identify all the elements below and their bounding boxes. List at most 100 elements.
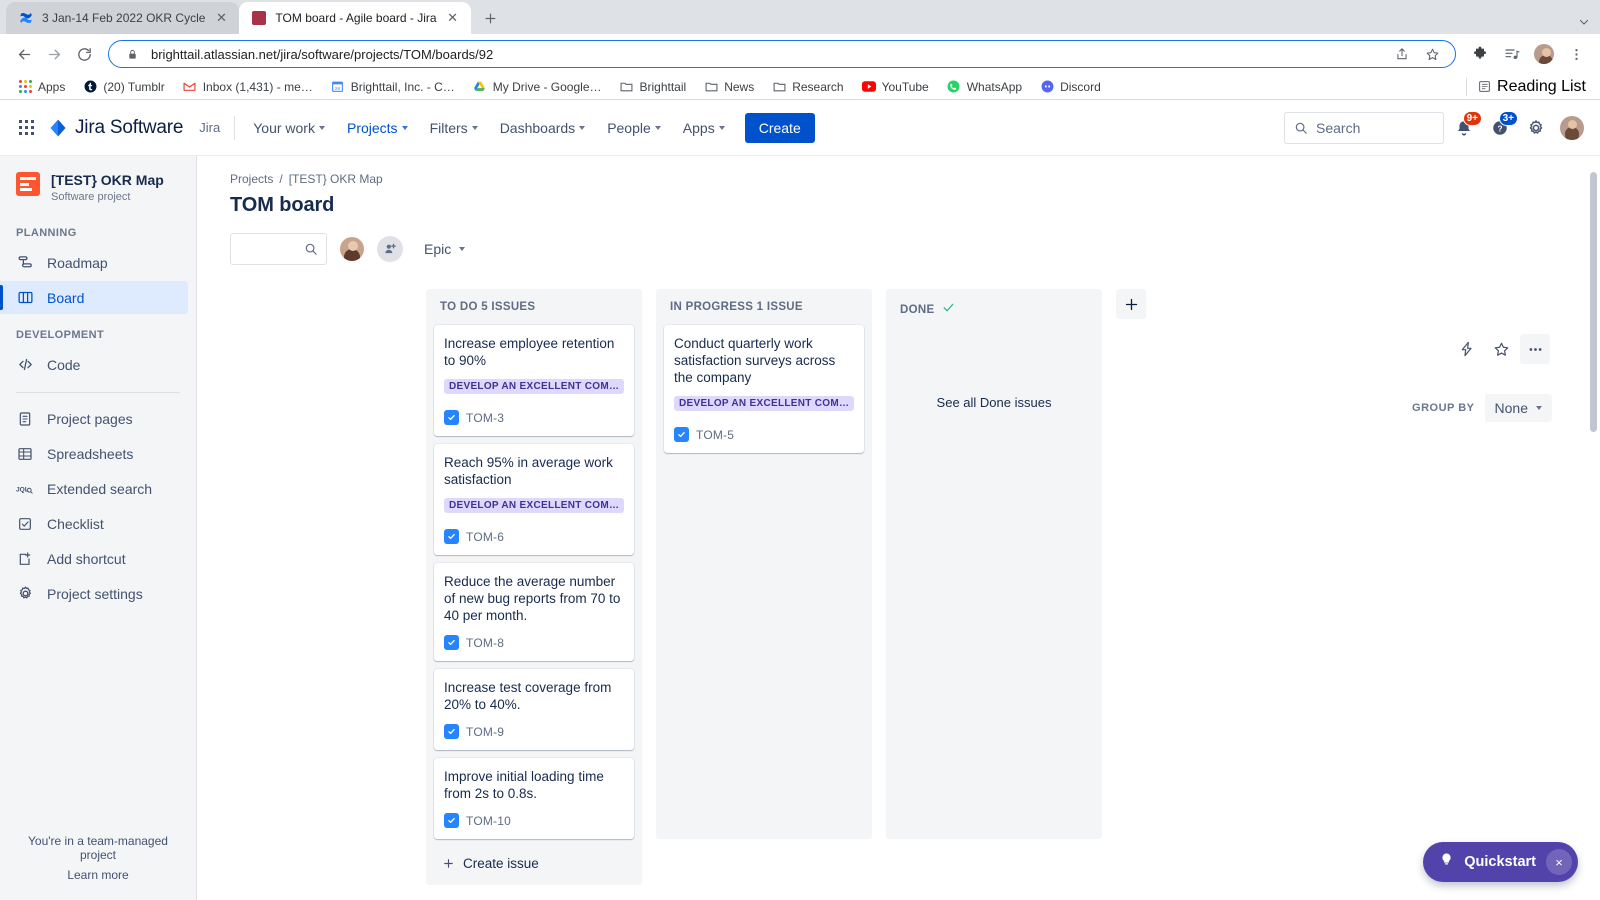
plus-icon (1124, 297, 1139, 312)
browser-tab-1[interactable]: 3 Jan-14 Feb 2022 OKR Cycle ✕ (6, 2, 239, 34)
bookmark-label: My Drive - Google… (493, 80, 602, 94)
issue-card[interactable]: Improve initial loading time from 2s to … (434, 758, 634, 839)
reload-icon[interactable] (70, 40, 98, 68)
nav-projects[interactable]: Projects (337, 114, 418, 142)
whatsapp-icon (947, 80, 961, 94)
issue-card[interactable]: Reduce the average number of new bug rep… (434, 563, 634, 661)
bookmark-tumblr[interactable]: (20) Tumblr (75, 77, 172, 97)
notifications-button[interactable]: 9+ (1448, 112, 1480, 144)
bookmark-brighttail-cal[interactable]: 28 Brighttail, Inc. - C… (323, 77, 463, 97)
add-column-button[interactable] (1116, 289, 1146, 319)
issue-key[interactable]: TOM-8 (466, 636, 504, 650)
close-icon[interactable]: ✕ (213, 10, 229, 26)
bookmark-inbox[interactable]: Inbox (1,431) - me… (175, 77, 321, 97)
add-person-icon[interactable] (377, 236, 403, 262)
help-button[interactable]: ? 3+ (1484, 112, 1516, 144)
nav-dashboards[interactable]: Dashboards (490, 114, 596, 142)
bookmark-discord[interactable]: Discord (1032, 77, 1109, 97)
bookmark-folder-news[interactable]: News (696, 77, 762, 97)
profile-avatar-icon[interactable] (1530, 40, 1558, 68)
breadcrumb-projects[interactable]: Projects (230, 172, 273, 186)
sidebar-item-code[interactable]: Code (0, 348, 188, 381)
sidebar-item-project-pages[interactable]: Project pages (0, 402, 188, 435)
back-arrow-icon[interactable] (10, 40, 38, 68)
jql-icon: JQL (16, 480, 34, 498)
app-switcher-icon[interactable] (10, 112, 42, 144)
sidebar-item-add-shortcut[interactable]: Add shortcut (0, 542, 188, 575)
nav-filters[interactable]: Filters (420, 114, 488, 142)
quickstart-button[interactable]: Quickstart × (1423, 842, 1578, 882)
new-tab-button[interactable] (477, 4, 505, 32)
board-columns-icon (16, 289, 34, 307)
issue-key[interactable]: TOM-10 (466, 814, 511, 828)
nav-your-work[interactable]: Your work (243, 114, 335, 142)
nav-people[interactable]: People (597, 114, 671, 142)
epic-tag[interactable]: DEVELOP AN EXCELLENT COMP… (674, 396, 854, 411)
nav-apps[interactable]: Apps (673, 114, 735, 142)
bookmark-folder-brighttail[interactable]: Brighttail (612, 77, 695, 97)
more-actions-icon[interactable] (1520, 334, 1550, 364)
settings-button[interactable] (1520, 112, 1552, 144)
media-list-icon[interactable] (1498, 40, 1526, 68)
task-checkbox-icon (444, 410, 459, 425)
issue-key[interactable]: TOM-5 (696, 428, 734, 442)
bookmark-apps[interactable]: Apps (10, 77, 73, 97)
board-content: Projects / [TEST} OKR Map TOM board (197, 156, 1600, 900)
issue-card[interactable]: Conduct quarterly work satisfaction surv… (664, 325, 864, 453)
group-by-select[interactable]: None (1485, 394, 1552, 422)
see-all-done-link[interactable]: See all Done issues (894, 331, 1094, 410)
sidebar-item-roadmap[interactable]: Roadmap (0, 246, 188, 279)
share-icon[interactable] (1391, 43, 1413, 65)
column-title: TO DO 5 ISSUES (440, 301, 535, 313)
issue-key[interactable]: TOM-9 (466, 725, 504, 739)
chrome-menu-icon[interactable] (1562, 40, 1590, 68)
bookmark-folder-research[interactable]: Research (764, 77, 851, 97)
task-checkbox-icon (444, 635, 459, 650)
create-issue-button[interactable]: Create issue (434, 847, 634, 877)
create-issue-label: Create issue (463, 856, 539, 871)
bookmark-youtube[interactable]: YouTube (854, 77, 937, 97)
close-icon[interactable]: × (1546, 849, 1572, 875)
epic-filter-dropdown[interactable]: Epic (415, 235, 474, 263)
star-icon[interactable] (1421, 43, 1443, 65)
sidebar-item-spreadsheets[interactable]: Spreadsheets (0, 437, 188, 470)
window-controls[interactable] (1578, 16, 1600, 34)
issue-card[interactable]: Increase employee retention to 90% DEVEL… (434, 325, 634, 436)
issue-card[interactable]: Reach 95% in average work satisfaction D… (434, 444, 634, 555)
issue-key[interactable]: TOM-6 (466, 530, 504, 544)
global-search-input[interactable]: Search (1284, 112, 1444, 144)
jira-logo[interactable]: Jira Software (42, 117, 193, 139)
avatar[interactable] (339, 236, 365, 262)
board-search-input[interactable] (230, 233, 327, 265)
create-button[interactable]: Create (745, 113, 815, 143)
bookmark-whatsapp[interactable]: WhatsApp (939, 77, 1030, 97)
close-icon[interactable]: ✕ (445, 10, 461, 26)
learn-more-link[interactable]: Learn more (10, 868, 186, 882)
apps-grid-icon (18, 80, 32, 94)
epic-tag[interactable]: DEVELOP AN EXCELLENT COMP… (444, 498, 624, 513)
vertical-scrollbar[interactable] (1589, 172, 1598, 862)
breadcrumb-project[interactable]: [TEST} OKR Map (289, 172, 383, 186)
team-managed-note: You're in a team-managed project (10, 834, 186, 862)
address-bar[interactable]: brighttail.atlassian.net/jira/software/p… (108, 40, 1456, 68)
add-shortcut-icon (16, 550, 34, 568)
star-icon[interactable] (1486, 334, 1516, 364)
epic-tag[interactable]: DEVELOP AN EXCELLENT COMP… (444, 379, 624, 394)
issue-card[interactable]: Increase test coverage from 20% to 40%. … (434, 669, 634, 750)
browser-tab-2[interactable]: TOM board - Agile board - Jira ✕ (239, 2, 470, 34)
profile-button[interactable] (1556, 112, 1588, 144)
project-header[interactable]: [TEST} OKR Map Software project (0, 156, 196, 213)
forward-arrow-icon[interactable] (40, 40, 68, 68)
lightning-bolt-icon[interactable] (1452, 334, 1482, 364)
sidebar-item-project-settings[interactable]: Project settings (0, 577, 188, 610)
sidebar-item-board[interactable]: Board (0, 281, 188, 314)
bookmark-label: Brighttail, Inc. - C… (351, 80, 455, 94)
sidebar-item-extended-search[interactable]: JQL Extended search (0, 472, 188, 505)
sidebar-item-checklist[interactable]: Checklist (0, 507, 188, 540)
extensions-puzzle-icon[interactable] (1466, 40, 1494, 68)
reading-list-button[interactable]: Reading List (1466, 78, 1590, 96)
breadcrumb: Projects / [TEST} OKR Map (197, 156, 1600, 186)
issue-key[interactable]: TOM-3 (466, 411, 504, 425)
chevron-down-icon (719, 126, 725, 130)
bookmark-drive[interactable]: My Drive - Google… (465, 77, 610, 97)
